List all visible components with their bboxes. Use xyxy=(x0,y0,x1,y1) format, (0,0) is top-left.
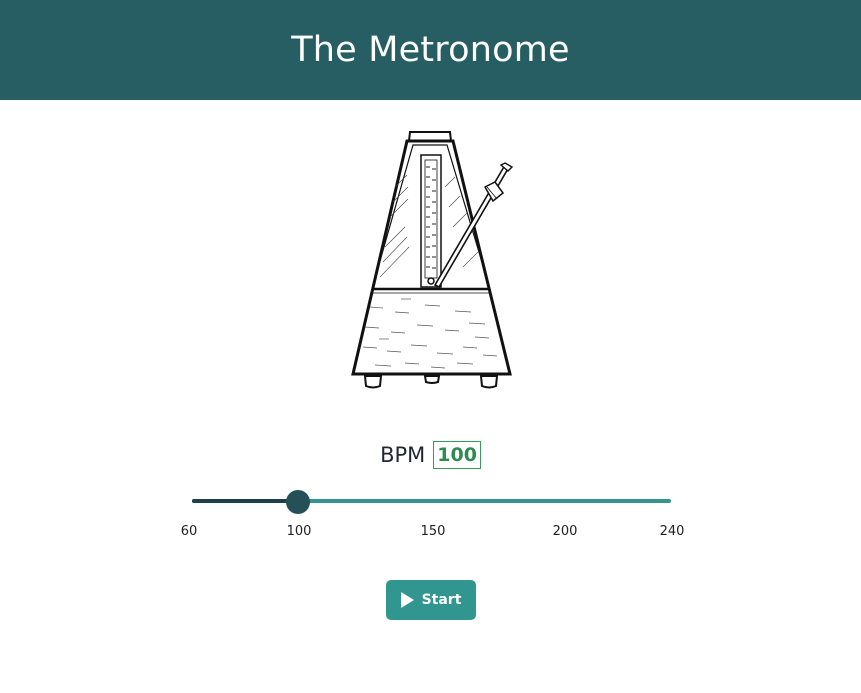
tempo-slider[interactable] xyxy=(192,490,671,514)
play-icon xyxy=(400,592,414,608)
app-header: The Metronome xyxy=(0,0,861,100)
page-title: The Metronome xyxy=(291,30,570,70)
bpm-value: 100 xyxy=(433,441,481,469)
metronome-illustration xyxy=(351,131,514,389)
bpm-display: BPM 100 xyxy=(0,438,861,472)
slider-fill xyxy=(192,499,299,503)
tick-label-200: 200 xyxy=(552,524,578,539)
slider-thumb[interactable] xyxy=(286,490,311,514)
bpm-label: BPM xyxy=(380,443,426,467)
tick-label-240: 240 xyxy=(659,524,685,539)
tick-label-100: 100 xyxy=(286,524,312,539)
tick-label-60: 60 xyxy=(180,524,198,539)
start-button[interactable]: Start xyxy=(386,580,476,620)
start-button-label: Start xyxy=(421,592,462,608)
tick-label-150: 150 xyxy=(420,524,446,539)
